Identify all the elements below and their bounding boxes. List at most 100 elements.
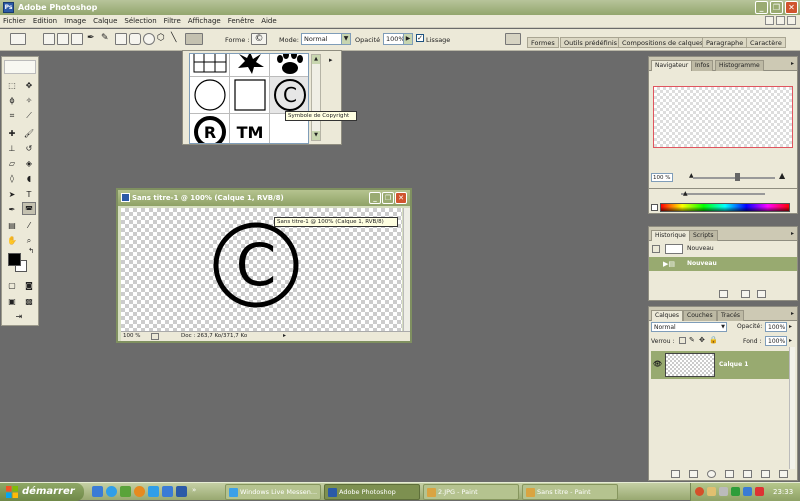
dock-tab-paragraphe[interactable]: Paragraphe (702, 37, 748, 48)
shape-grid-cell[interactable] (270, 54, 308, 77)
document-title-bar[interactable]: Sans titre-1 @ 100% (Calque 1, RVB/8) _ … (118, 190, 410, 206)
picker-menu-icon[interactable]: ▸ (329, 56, 338, 65)
zoom-slider-handle[interactable] (735, 173, 740, 181)
menu-affichage[interactable]: Affichage (188, 17, 221, 25)
history-state-row[interactable]: ▶▤ Nouveau (649, 257, 797, 271)
layer-style-icon[interactable] (689, 470, 698, 478)
color-spectrum[interactable] (660, 203, 790, 212)
rounded-rectangle-icon[interactable] (129, 33, 141, 45)
shape-grid-cell[interactable] (230, 54, 270, 77)
tray-volume-icon[interactable] (719, 487, 728, 496)
task-messenger[interactable]: Windows Live Messen... (225, 484, 321, 500)
jump-to-imageready-icon[interactable]: ⇥ (12, 310, 26, 323)
eye-icon[interactable]: 👁 (653, 360, 662, 368)
pen-tool-icon[interactable]: ✒ (87, 33, 99, 45)
history-snapshot-row[interactable]: Nouveau (649, 242, 797, 256)
blend-mode-select[interactable]: Normal ▼ (651, 322, 727, 332)
menu-edition[interactable]: Edition (33, 17, 57, 25)
clock[interactable]: 23:33 (773, 488, 793, 496)
paths-icon[interactable] (57, 33, 69, 45)
app-title-bar[interactable]: Ps Adobe Photoshop _ ❐ ✕ (0, 0, 800, 15)
marquee-tool-icon[interactable]: ⬚ (5, 79, 19, 92)
maximize-button[interactable]: ❐ (770, 1, 783, 14)
paint-bucket-icon[interactable]: ◈ (22, 157, 36, 170)
status-menu-icon[interactable] (151, 333, 159, 340)
quicklaunch-media-icon[interactable] (120, 486, 131, 497)
palette-menu-icon[interactable]: ▸ (791, 230, 794, 237)
layer-name[interactable]: Calque 1 (719, 361, 748, 368)
doc-close-button[interactable]: ✕ (395, 192, 407, 204)
quick-mask-icon[interactable]: ◙ (22, 279, 36, 292)
quicklaunch-ie2-icon[interactable] (162, 486, 173, 497)
full-screen-mode-icon[interactable]: ▩ (22, 295, 36, 308)
shape-grid-cell[interactable]: TM (230, 114, 270, 143)
chevron-right-icon[interactable]: ▸ (789, 337, 792, 344)
new-document-from-state-icon[interactable] (719, 290, 728, 298)
layer-opacity-input[interactable]: 100% (765, 322, 787, 332)
tab-historique[interactable]: Historique (651, 230, 690, 241)
quicklaunch-desktop-icon[interactable] (92, 486, 103, 497)
standard-mode-icon[interactable]: ▢ (5, 279, 19, 292)
dock-tab-caractere[interactable]: Caractère (746, 37, 786, 48)
shape-picker-scrollbar[interactable]: ▲ ▼ (311, 54, 321, 141)
tray-arrow-icon[interactable] (695, 487, 704, 496)
foreground-color-swatch[interactable] (8, 253, 21, 266)
doc-restore-button[interactable] (776, 16, 785, 25)
start-button[interactable]: démarrer (0, 483, 84, 501)
layers-scrollbar[interactable] (789, 347, 795, 469)
minimize-button[interactable]: _ (755, 1, 768, 14)
new-group-icon[interactable] (743, 470, 752, 478)
lock-all-icon[interactable]: 🔒 (709, 336, 718, 344)
task-photoshop[interactable]: Adobe Photoshop (324, 484, 420, 500)
shape-layers-icon[interactable] (43, 33, 55, 45)
palette-well-icon[interactable] (505, 33, 521, 45)
color-slider-handle-icon[interactable]: ▲ (683, 190, 688, 197)
opacite-input[interactable]: 100% ▶ (383, 33, 413, 45)
tray-alert-icon[interactable] (755, 487, 764, 496)
lasso-tool-icon[interactable]: ϕ (5, 94, 19, 107)
layer-mask-icon[interactable] (707, 470, 716, 478)
task-paint-2jpg[interactable]: 2.JPG - Paint (423, 484, 519, 500)
quicklaunch-ie-icon[interactable] (106, 486, 117, 497)
link-layers-icon[interactable] (671, 470, 680, 478)
trash-icon[interactable] (757, 290, 766, 298)
custom-shape-icon[interactable] (185, 33, 203, 45)
zoom-slider[interactable] (693, 177, 775, 179)
close-button[interactable]: ✕ (785, 1, 798, 14)
zoom-in-icon[interactable]: ▲ (779, 171, 785, 180)
tab-scripts[interactable]: Scripts (689, 230, 718, 241)
lock-transparency-icon[interactable] (679, 337, 686, 344)
tool-preset-icon[interactable] (10, 33, 26, 45)
palette-menu-icon[interactable]: ▸ (791, 310, 794, 317)
shape-preview-copyright-icon[interactable]: © (251, 33, 267, 45)
fill-pixels-icon[interactable] (71, 33, 83, 45)
path-selection-icon[interactable]: ➤ (5, 188, 19, 201)
quicklaunch-photoshop-icon[interactable] (176, 486, 187, 497)
shape-grid-cell[interactable]: R (190, 114, 230, 143)
shape-grid-cell[interactable] (230, 77, 270, 114)
blur-tool-icon[interactable]: ◊ (5, 172, 19, 185)
scroll-up-icon[interactable]: ▲ (312, 55, 320, 64)
menu-filtre[interactable]: Filtre (164, 17, 181, 25)
layer-row[interactable]: 👁 Calque 1 (651, 351, 795, 379)
menu-fenetre[interactable]: Fenêtre (228, 17, 254, 25)
tray-network-icon[interactable] (707, 487, 716, 496)
adjustment-layer-icon[interactable] (725, 470, 734, 478)
ellipse-icon[interactable] (143, 33, 155, 45)
menu-aide[interactable]: Aide (261, 17, 276, 25)
chevron-right-icon[interactable]: ▸ (789, 323, 792, 330)
palette-menu-icon[interactable]: ▸ (791, 60, 794, 67)
color-slider-track[interactable] (681, 193, 765, 195)
quicklaunch-firefox-icon[interactable] (134, 486, 145, 497)
custom-shape-tool-icon[interactable]: ◚ (22, 202, 36, 215)
lock-pixels-icon[interactable]: ✎ (689, 336, 695, 344)
tray-messenger-icon[interactable] (743, 487, 752, 496)
doc-close-button[interactable] (787, 16, 796, 25)
menu-selection[interactable]: Sélection (124, 17, 156, 25)
lissage-checkbox[interactable]: ✓ (416, 34, 424, 42)
shape-grid-cell-selected[interactable]: C (270, 77, 308, 114)
tab-histogramme[interactable]: Histogramme (715, 60, 764, 71)
tab-couches[interactable]: Couches (683, 310, 717, 321)
feather-logo-icon[interactable] (4, 60, 36, 74)
task-paint-sans-titre[interactable]: Sans titre - Paint (522, 484, 618, 500)
